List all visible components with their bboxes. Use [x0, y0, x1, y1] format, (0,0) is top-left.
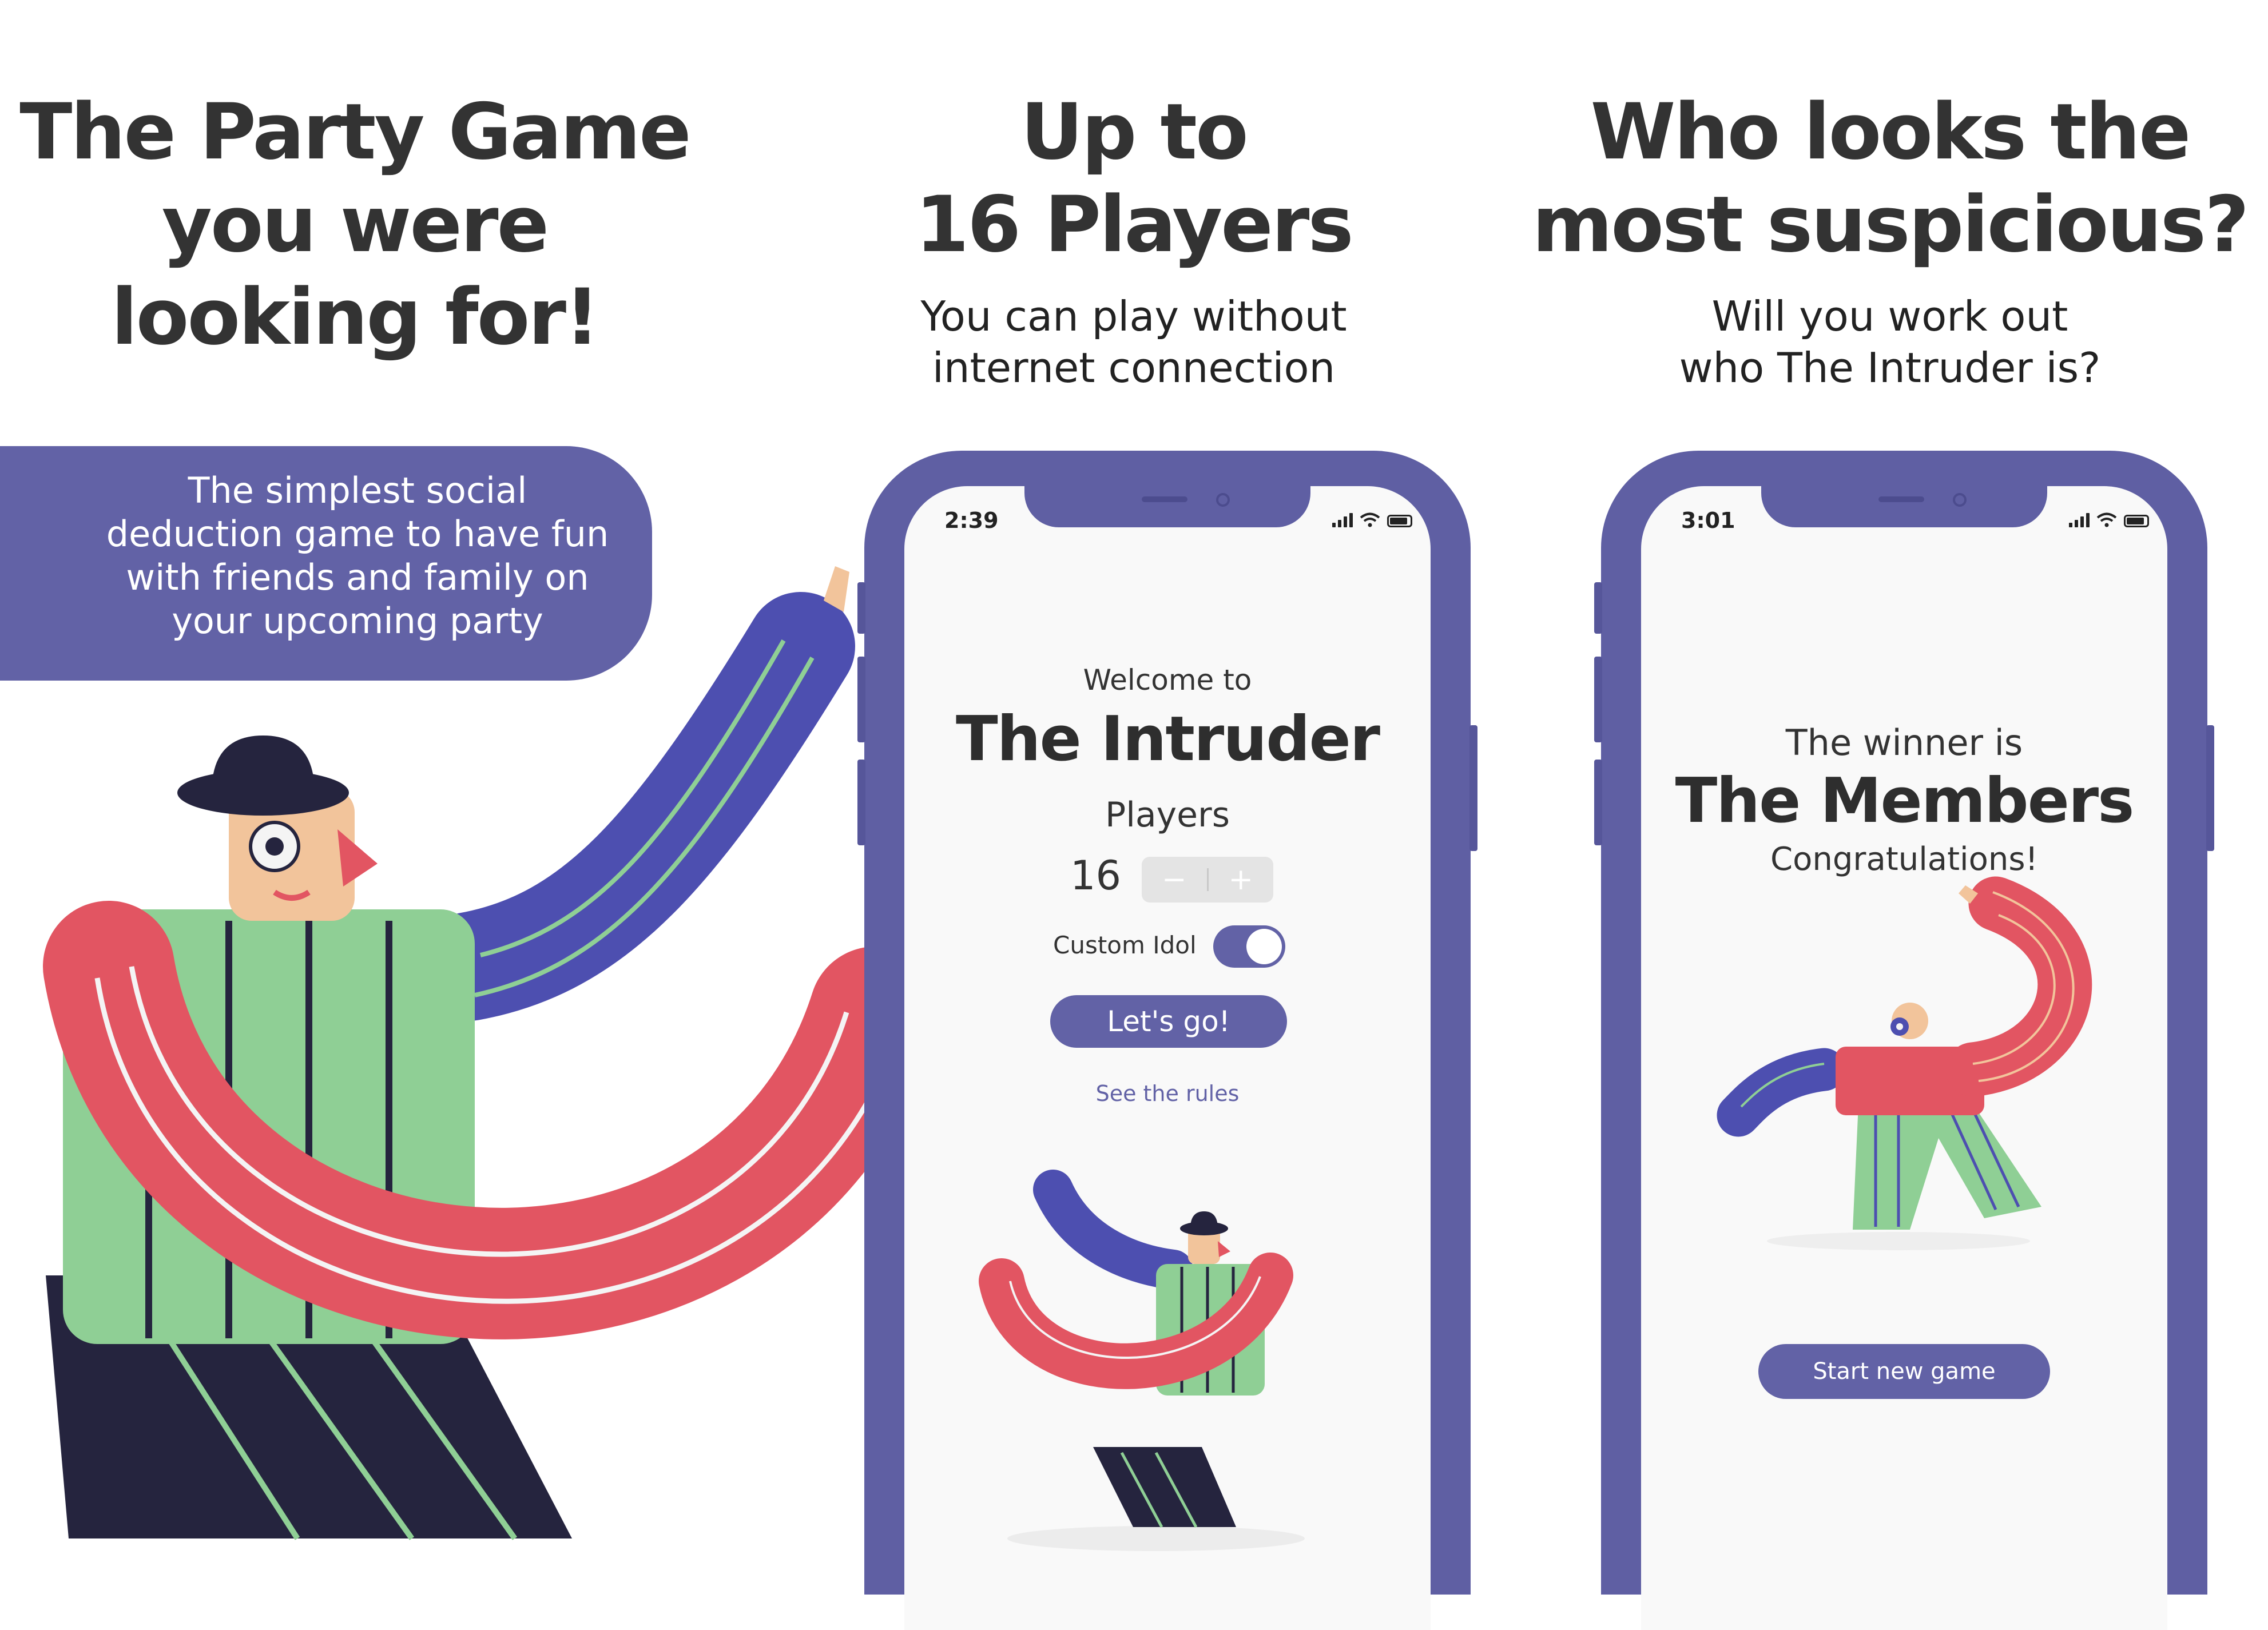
subheadline-line: Will you work out [1711, 292, 2068, 340]
status-time: 2:39 [944, 508, 999, 533]
headline-line: Up to [1020, 87, 1249, 177]
subheadline-line: internet connection [932, 344, 1336, 392]
promo-panel-players: Up to 16 Players You can play without in… [756, 0, 1512, 1630]
tagline-text: The simplest social deduction game to ha… [0, 469, 715, 643]
promo-panel-party-game: The Party Game you were looking for! The… [0, 0, 967, 1540]
battery-icon [1387, 515, 1412, 527]
speaker-grille [1878, 496, 1924, 502]
character-illustration-small [979, 1170, 1305, 1551]
players-label: Players [1105, 795, 1230, 835]
app-title: The Intruder [955, 703, 1380, 775]
players-stepper: − + [1142, 857, 1273, 903]
speaker-grille [1142, 496, 1187, 502]
tagline-line: deduction game to have fun [106, 513, 609, 555]
subheadline-line: who The Intruder is? [1679, 344, 2101, 392]
congratulations-text: Congratulations! [1770, 841, 2038, 878]
phone-side-button [857, 582, 865, 634]
signal-icon [1332, 512, 1353, 527]
status-time: 3:01 [1681, 508, 1735, 533]
tagline-line: with friends and family on [126, 556, 589, 598]
increment-button[interactable]: + [1209, 857, 1274, 903]
headline: The Party Game you were looking for! [0, 86, 709, 364]
phone-mockup: 3:01 The winner is The Members Congratul… [1594, 451, 2214, 1630]
headline: Who looks the most suspicious? [1512, 86, 2268, 271]
phone-power-button [1469, 725, 1477, 851]
tagline-bubble: The simplest social deduction game to ha… [0, 446, 652, 681]
phone-volume-button [857, 760, 865, 845]
wifi-icon [1360, 512, 1380, 527]
phone-notch [1024, 486, 1310, 527]
lets-go-button[interactable]: Let's go! [1050, 995, 1287, 1048]
wifi-icon [2096, 512, 2117, 527]
camera-icon [1216, 493, 1230, 507]
status-icons [1332, 512, 1412, 527]
phone-volume-button [857, 657, 865, 742]
welcome-label: Welcome to [1083, 663, 1252, 697]
headline-line: looking for! [111, 272, 599, 362]
camera-icon [1953, 493, 1967, 507]
phone-notch [1761, 486, 2047, 527]
phone-power-button [2206, 725, 2214, 851]
players-count: 16 [1070, 852, 1122, 899]
app-screen-home: 2:39 Welcome to The Intruder Players 16 [904, 486, 1431, 1630]
subheadline: Will you work out who The Intruder is? [1512, 291, 2268, 393]
tagline-line: The simplest social [188, 470, 527, 511]
headline: Up to 16 Players [756, 86, 1512, 271]
subheadline: You can play without internet connection [756, 291, 1512, 393]
app-screen-winner: 3:01 The winner is The Members Congratul… [1641, 486, 2167, 1630]
promo-panel-suspicious: Who looks the most suspicious? Will you … [1512, 0, 2268, 1630]
phone-volume-button [1594, 657, 1602, 742]
headline-line: The Party Game [19, 87, 691, 177]
toggle-knob [1246, 929, 1282, 964]
signal-icon [2069, 512, 2090, 527]
decrement-button[interactable]: − [1142, 857, 1207, 903]
battery-icon [2124, 515, 2149, 527]
custom-idol-toggle[interactable] [1213, 925, 1285, 968]
winner-character-illustration [1717, 876, 2092, 1250]
headline-line: you were [161, 180, 549, 269]
tagline-line: your upcoming party [172, 600, 543, 642]
custom-idol-label: Custom Idol [1053, 931, 1197, 959]
headline-line: 16 Players [915, 180, 1354, 269]
see-rules-link[interactable]: See the rules [904, 1081, 1431, 1106]
winner-team: The Members [1675, 765, 2135, 837]
phone-side-button [1594, 582, 1602, 634]
phone-mockup: 2:39 Welcome to The Intruder Players 16 [857, 451, 1477, 1630]
headline-line: Who looks the [1590, 87, 2191, 177]
headline-line: most suspicious? [1532, 180, 2250, 269]
start-new-game-button[interactable]: Start new game [1758, 1344, 2050, 1399]
status-icons [2069, 512, 2149, 527]
subheadline-line: You can play without [920, 292, 1347, 340]
winner-label: The winner is [1785, 722, 2023, 764]
phone-volume-button [1594, 760, 1602, 845]
